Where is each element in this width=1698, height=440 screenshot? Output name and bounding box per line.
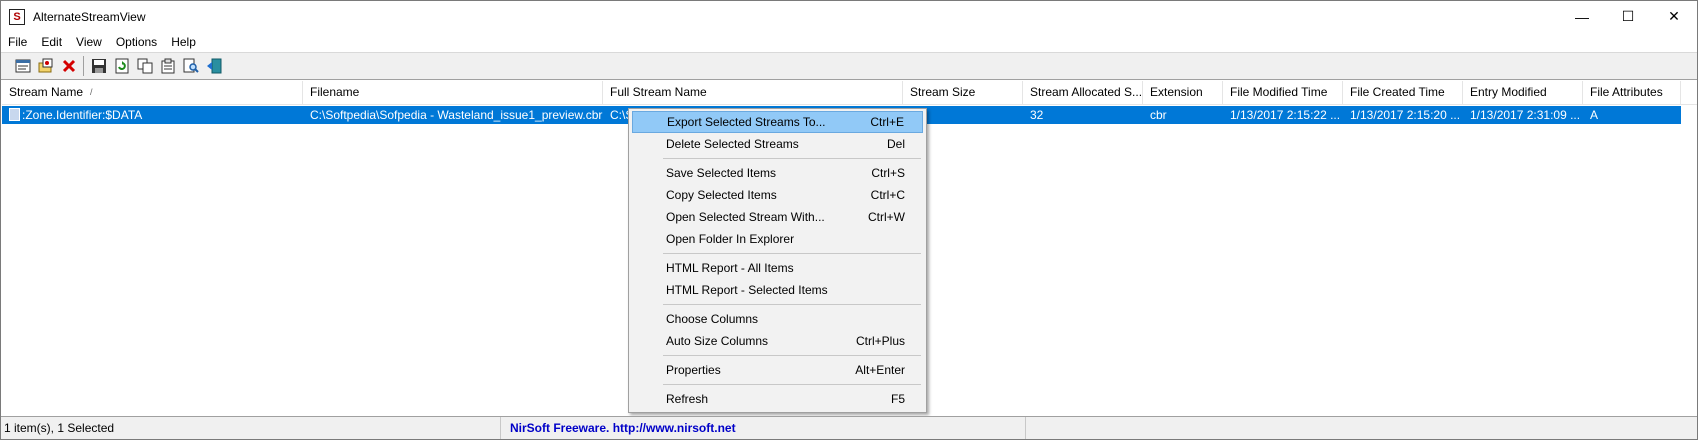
column-header-filename[interactable]: Filename (303, 81, 603, 105)
save-icon (91, 59, 106, 73)
menu-item-shortcut: Ctrl+C (870, 188, 905, 202)
refresh-button[interactable] (110, 55, 133, 77)
select-folder-button[interactable] (11, 55, 34, 77)
menu-item-copy-selected-items[interactable]: Copy Selected Items Ctrl+C (632, 184, 923, 206)
menu-item-label: Copy Selected Items (666, 188, 777, 202)
status-bar: 1 item(s), 1 Selected NirSoft Freeware. … (1, 416, 1697, 439)
menu-item-label: HTML Report - Selected Items (666, 283, 828, 297)
column-header-file-modified-time[interactable]: File Modified Time (1223, 81, 1343, 105)
menu-item-label: Choose Columns (666, 312, 759, 326)
select-folder-icon (15, 59, 30, 73)
stream-file-icon (9, 108, 20, 122)
delete-button[interactable] (57, 55, 80, 77)
copy-button[interactable] (133, 55, 156, 77)
properties-button[interactable] (156, 55, 179, 77)
save-button[interactable] (87, 55, 110, 77)
context-menu: Export Selected Streams To... Ctrl+E Del… (628, 108, 927, 413)
menu-item-shortcut: Ctrl+E (870, 115, 904, 129)
menu-edit[interactable]: Edit (34, 32, 69, 52)
nirsoft-link[interactable]: NirSoft Freeware. http://www.nirsoft.net (501, 417, 1026, 439)
menu-separator (632, 381, 923, 388)
menu-item-label: Delete Selected Streams (666, 137, 799, 151)
menu-item-shortcut: F5 (890, 392, 905, 406)
menu-item-shortcut: Del (886, 137, 905, 151)
menu-file[interactable]: File (1, 32, 34, 52)
menu-item-label: Save Selected Items (666, 166, 777, 180)
menu-separator (632, 352, 923, 359)
toolbar (1, 52, 1697, 80)
menu-item-label: HTML Report - All Items (666, 261, 794, 275)
menu-item-label: Export Selected Streams To... (667, 115, 826, 129)
sort-indicator: / (90, 87, 93, 97)
exit-button[interactable] (202, 55, 225, 77)
refresh-icon (115, 58, 128, 74)
column-header-stream-allocated-size[interactable]: Stream Allocated S... (1023, 81, 1143, 105)
menu-help[interactable]: Help (164, 32, 203, 52)
exit-icon (206, 58, 221, 74)
delete-icon (62, 59, 75, 73)
toolbar-separator (83, 56, 84, 76)
menu-item-refresh[interactable]: Refresh F5 (632, 388, 923, 410)
status-empty (1026, 417, 1697, 439)
menu-item-label: Open Selected Stream With... (666, 210, 825, 224)
minimize-button[interactable]: — (1559, 1, 1605, 32)
title-bar: S AlternateStreamView — ☐ ✕ (1, 1, 1697, 32)
cell-extension: cbr (1150, 108, 1167, 122)
find-button[interactable] (179, 55, 202, 77)
menu-item-open-folder-in-explorer[interactable]: Open Folder In Explorer (632, 228, 923, 250)
cell-stream-name: :Zone.Identifier:$DATA (2, 106, 303, 124)
menu-separator (632, 301, 923, 308)
menu-item-label: Refresh (666, 392, 709, 406)
menu-item-auto-size-columns[interactable]: Auto Size Columns Ctrl+Plus (632, 330, 923, 352)
cell-stream-allocated-size: 32 (1030, 108, 1044, 122)
cell-entry-modified: 1/13/2017 2:31:09 ... (1470, 108, 1581, 122)
menu-item-properties[interactable]: Properties Alt+Enter (632, 359, 923, 381)
cell-file-created-time: 1/13/2017 2:15:20 ... (1350, 108, 1461, 122)
menu-separator (632, 250, 923, 257)
menu-item-shortcut: Alt+Enter (855, 363, 905, 377)
app-window: S AlternateStreamView — ☐ ✕ File Edit Vi… (0, 0, 1698, 440)
cell-stream-name-text: :Zone.Identifier:$DATA (22, 108, 143, 122)
menu-item-html-report-selected[interactable]: HTML Report - Selected Items (632, 279, 923, 301)
close-button[interactable]: ✕ (1651, 1, 1697, 32)
column-header-stream-name[interactable]: Stream Name / (2, 81, 303, 105)
properties-icon (161, 58, 174, 74)
cell-filename: C:\Softpedia\Sofpedia - Wasteland_issue1… (310, 108, 603, 122)
menu-options[interactable]: Options (109, 32, 164, 52)
menu-item-shortcut: Ctrl+S (871, 166, 905, 180)
column-header-file-created-time[interactable]: File Created Time (1343, 81, 1463, 105)
menu-view[interactable]: View (69, 32, 109, 52)
status-item-count: 1 item(s), 1 Selected (1, 417, 501, 439)
menu-item-shortcut: Ctrl+W (868, 210, 905, 224)
column-header-stream-size[interactable]: Stream Size (903, 81, 1023, 105)
app-icon: S (9, 8, 25, 25)
scan-button[interactable] (34, 55, 57, 77)
cell-file-modified-time: 1/13/2017 2:15:22 ... (1230, 108, 1341, 122)
find-icon (183, 58, 199, 73)
menu-item-choose-columns[interactable]: Choose Columns (632, 308, 923, 330)
cell-file-attributes: A (1590, 108, 1599, 122)
menu-item-export-selected-streams[interactable]: Export Selected Streams To... Ctrl+E (632, 111, 923, 133)
menu-item-label: Open Folder In Explorer (666, 232, 795, 246)
menu-item-html-report-all[interactable]: HTML Report - All Items (632, 257, 923, 279)
menu-item-shortcut: Ctrl+Plus (855, 334, 905, 348)
menu-bar: File Edit View Options Help (1, 32, 1697, 52)
maximize-button[interactable]: ☐ (1605, 1, 1651, 32)
list-header: Stream Name / Filename Full Stream Name … (2, 81, 1697, 105)
menu-item-save-selected-items[interactable]: Save Selected Items Ctrl+S (632, 162, 923, 184)
window-title: AlternateStreamView (33, 9, 146, 24)
menu-item-label: Auto Size Columns (666, 334, 769, 348)
menu-item-open-selected-stream-with[interactable]: Open Selected Stream With... Ctrl+W (632, 206, 923, 228)
column-header-extension[interactable]: Extension (1143, 81, 1223, 105)
column-header-file-attributes[interactable]: File Attributes (1583, 81, 1681, 105)
column-header-full-stream-name[interactable]: Full Stream Name (603, 81, 903, 105)
copy-icon (137, 58, 152, 74)
window-controls: — ☐ ✕ (1559, 1, 1697, 32)
scan-icon (38, 58, 52, 73)
column-header-label: Stream Name (9, 85, 84, 99)
column-header-entry-modified[interactable]: Entry Modified (1463, 81, 1583, 105)
menu-item-delete-selected-streams[interactable]: Delete Selected Streams Del (632, 133, 923, 155)
menu-item-label: Properties (666, 363, 721, 377)
menu-separator (632, 155, 923, 162)
